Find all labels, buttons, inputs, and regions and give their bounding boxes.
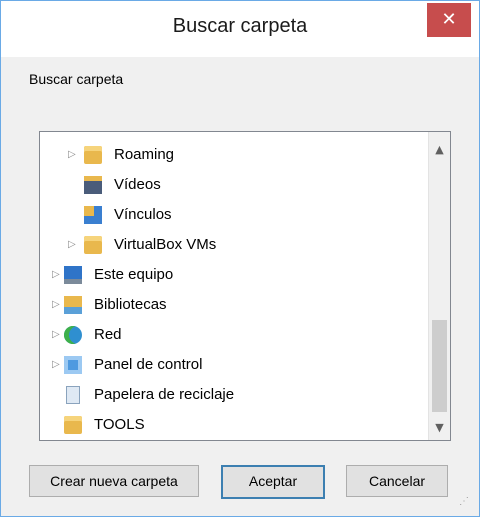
window-title: Buscar carpeta [172,15,308,37]
scrollbar-thumb[interactable] [432,320,447,412]
tree-item-label: Red [94,326,122,343]
computer-icon [64,266,82,284]
tree-item-red[interactable]: ▷ Red [40,320,425,350]
folder-icon [84,236,102,254]
tree-item-label: Panel de control [94,356,203,373]
videos-folder-icon [84,176,102,194]
scroll-up-icon[interactable]: ▲ [429,140,450,160]
folder-tree[interactable]: ▷ Roaming Vídeos Vínculos ▷ VirtualBox V… [39,131,451,441]
tree-item-panel-de-control[interactable]: ▷ Panel de control [40,350,425,380]
expand-arrow-icon[interactable]: ▷ [52,330,62,340]
expand-arrow-icon[interactable]: ▷ [52,270,62,280]
browse-folder-dialog: Buscar carpeta ✕ Buscar carpeta ▷ Roamin… [0,0,480,517]
tree-item-label: Papelera de reciclaje [94,386,235,403]
close-button[interactable]: ✕ [427,3,471,37]
libraries-icon [64,296,82,314]
expand-arrow-icon[interactable]: ▷ [52,300,62,310]
title-bar: Buscar carpeta ✕ [1,1,479,57]
tree-item-virtualbox-vms[interactable]: ▷ VirtualBox VMs [40,230,425,260]
links-folder-icon [84,206,102,224]
tree-item-label: TOOLS [94,416,145,433]
tree-item-label: Roaming [114,146,175,163]
tree-item-vinculos[interactable]: Vínculos [40,200,425,230]
new-folder-button[interactable]: Crear nueva carpeta [29,465,199,497]
tree-item-label: Este equipo [94,266,174,283]
ok-button[interactable]: Aceptar [221,465,325,499]
recycle-bin-icon [66,386,80,404]
dialog-description: Buscar carpeta [29,71,124,87]
tree-item-tools[interactable]: TOOLS [40,410,425,440]
tree-item-papelera-de-reciclaje[interactable]: Papelera de reciclaje [40,380,425,410]
folder-icon [64,416,82,434]
tree-item-label: Bibliotecas [94,296,167,313]
cancel-button[interactable]: Cancelar [346,465,448,497]
tree-item-roaming[interactable]: ▷ Roaming [40,140,425,170]
tree-item-videos[interactable]: Vídeos [40,170,425,200]
folder-icon [84,146,102,164]
resize-grip-icon[interactable]: ⋰ [459,496,471,508]
network-icon [64,326,82,344]
expand-arrow-icon[interactable]: ▷ [52,360,62,370]
expand-arrow-icon[interactable]: ▷ [68,240,78,250]
control-panel-icon [64,356,82,374]
scroll-down-icon[interactable]: ▼ [429,418,450,438]
tree-item-label: VirtualBox VMs [114,236,217,253]
vertical-scrollbar[interactable]: ▲ ▼ [428,132,450,440]
tree-item-bibliotecas[interactable]: ▷ Bibliotecas [40,290,425,320]
tree-item-este-equipo[interactable]: ▷ Este equipo [40,260,425,290]
tree-item-label: Vídeos [114,176,161,193]
expand-arrow-icon[interactable]: ▷ [68,150,78,160]
tree-item-label: Vínculos [114,206,172,223]
